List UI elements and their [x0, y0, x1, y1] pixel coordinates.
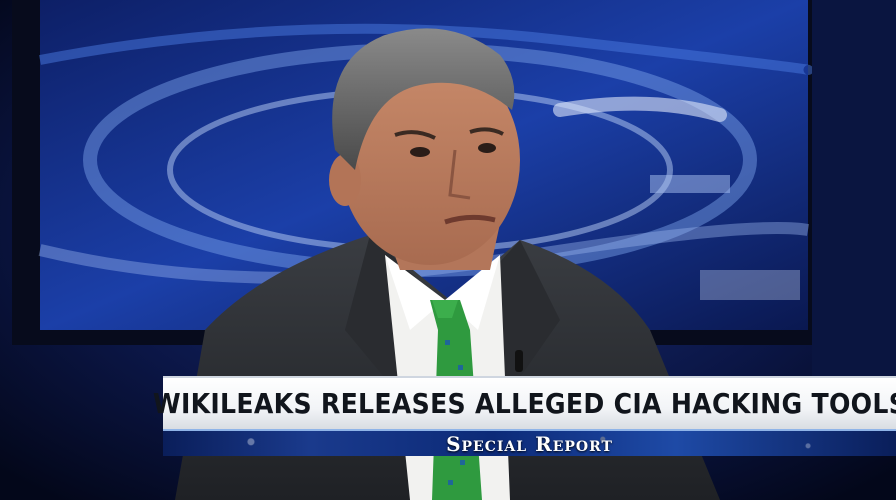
lower-third: WIKILEAKS RELEASES ALLEGED CIA HACKING T… — [152, 376, 896, 456]
headline-banner: WIKILEAKS RELEASES ALLEGED CIA HACKING T… — [152, 376, 896, 429]
show-name-banner: Special Report — [163, 429, 896, 456]
headline-text: WIKILEAKS RELEASES ALLEGED CIA HACKING T… — [152, 387, 896, 420]
show-name: Special Report — [446, 431, 613, 456]
